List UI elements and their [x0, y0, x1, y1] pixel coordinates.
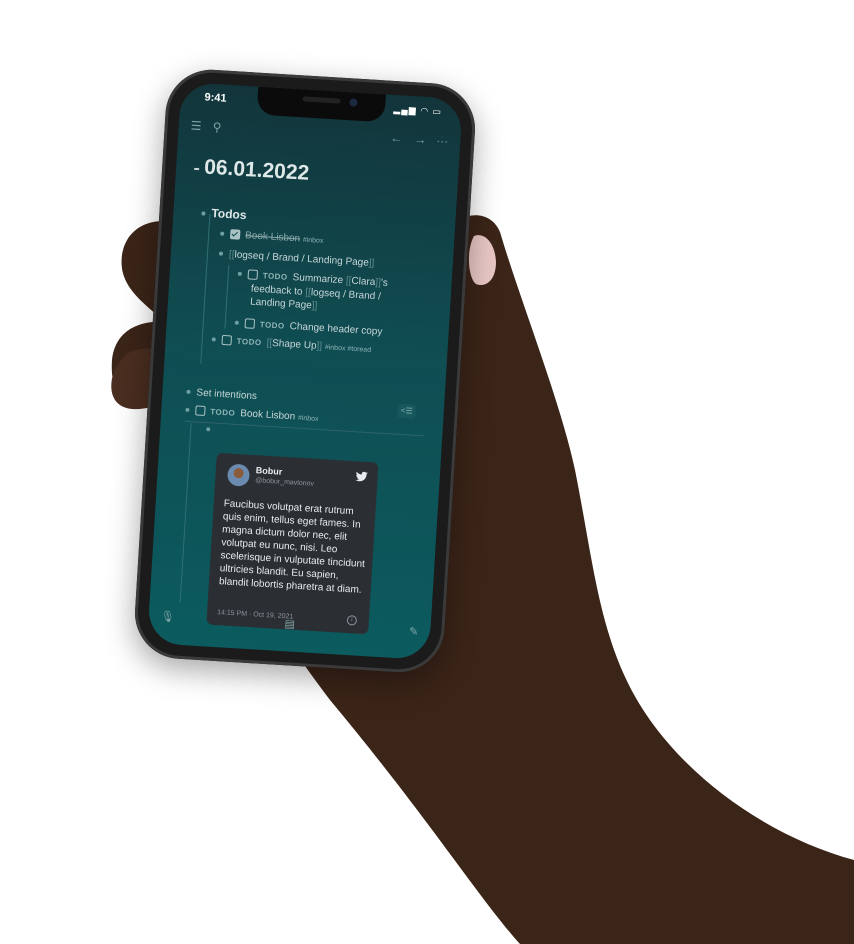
bullet[interactable] [185, 408, 190, 413]
bullet[interactable] [234, 320, 239, 326]
book-lisbon-2-text: Book Lisbon [239, 408, 296, 423]
status-icons: ▂▄▆ ◠ ▭ [393, 103, 443, 117]
block-summarize-line3: Landing Page]] [249, 296, 318, 312]
arrow-left-icon[interactable]: ← [390, 131, 403, 146]
phone-frame: 9:41 ▂▄▆ ◠ ▭ ☰ ⚲ ← → ··· 06.01.2022 Todo… [132, 67, 478, 675]
tweet-author-handle: @bobur_mavlonov [254, 477, 315, 488]
thread-line [224, 265, 230, 330]
bullet[interactable] [220, 231, 225, 237]
twitter-bird-icon [355, 471, 368, 485]
bullet[interactable] [211, 337, 216, 342]
block-book-lisbon[interactable]: Book Lisbon #inbox [220, 229, 324, 246]
shape-up-tags[interactable]: #inbox #toread [325, 344, 372, 354]
microphone-icon[interactable]: 🎙︎ [160, 610, 175, 624]
book-lisbon-text: Book Lisbon [244, 230, 301, 245]
arrow-right-icon[interactable]: → [414, 132, 427, 147]
notch [256, 86, 387, 123]
todos-label: Todos [211, 206, 247, 223]
landing-link-2[interactable]: Landing Page [250, 297, 312, 312]
block-change-header[interactable]: TODO Change header copy [234, 318, 383, 338]
inbox-tag[interactable]: #inbox [298, 415, 319, 423]
shape-up-link[interactable]: Shape Up [272, 338, 317, 352]
bullet[interactable] [218, 251, 224, 257]
todo-marker: TODO [259, 320, 285, 331]
todo-marker: TODO [210, 407, 236, 418]
tweet-author-name: Bobur [255, 465, 283, 477]
status-time: 9:41 [204, 91, 227, 105]
search-icon[interactable]: ⚲ [212, 120, 222, 135]
block-todos[interactable]: Todos [201, 205, 247, 222]
camera [349, 98, 358, 107]
clara-link[interactable]: Clara [351, 276, 376, 288]
outdent-button[interactable]: <☰ [397, 403, 417, 419]
change-header-text: Change header copy [289, 320, 383, 338]
feedback-text: feedback to [250, 283, 303, 298]
thread-line [200, 213, 211, 364]
landing-page-link[interactable]: logseq / Brand / Landing Page [234, 249, 369, 268]
brand-link[interactable]: logseq / Brand / [311, 287, 382, 302]
todo-marker: TODO [262, 271, 288, 282]
checkbox[interactable] [195, 405, 206, 417]
thread-line [179, 423, 192, 603]
speaker [302, 96, 341, 104]
menu-icon[interactable]: ☰ [190, 119, 202, 134]
block-embed[interactable] [206, 424, 217, 436]
block-set-intentions[interactable]: Set intentions [186, 387, 257, 402]
page-collapse-bullet[interactable] [194, 167, 200, 171]
bullet[interactable] [201, 211, 206, 216]
bullet[interactable] [186, 390, 191, 395]
bullet[interactable] [237, 272, 242, 277]
page-title[interactable]: 06.01.2022 [204, 155, 310, 185]
summarize-suffix: 's [380, 277, 389, 289]
checkbox[interactable] [247, 269, 259, 281]
inbox-tag[interactable]: #inbox [303, 237, 324, 245]
tweet-text: Faucibus volutpat erat rutrum quis enim,… [218, 498, 366, 596]
checkbox[interactable] [244, 318, 256, 330]
summarize-text: Summarize [292, 272, 344, 287]
todo-marker: TODO [236, 336, 262, 348]
checkbox[interactable] [221, 335, 233, 346]
edit-icon[interactable]: ✎ [409, 625, 419, 639]
document-icon[interactable]: ▤ [284, 617, 295, 631]
set-intentions-text: Set intentions [196, 387, 258, 403]
checkbox-checked[interactable] [229, 229, 241, 241]
block-landing-page[interactable]: [[logseq / Brand / Landing Page]] [218, 249, 375, 269]
bullet[interactable] [206, 427, 211, 432]
avatar [226, 463, 251, 487]
tweet-embed[interactable]: Bobur @bobur_mavlonov Faucibus volutpat … [206, 452, 379, 635]
more-icon[interactable]: ··· [436, 134, 449, 149]
app-screen: 9:41 ▂▄▆ ◠ ▭ ☰ ⚲ ← → ··· 06.01.2022 Todo… [147, 81, 463, 661]
block-shape-up[interactable]: TODO [[Shape Up]] #inbox #toread [211, 334, 371, 355]
